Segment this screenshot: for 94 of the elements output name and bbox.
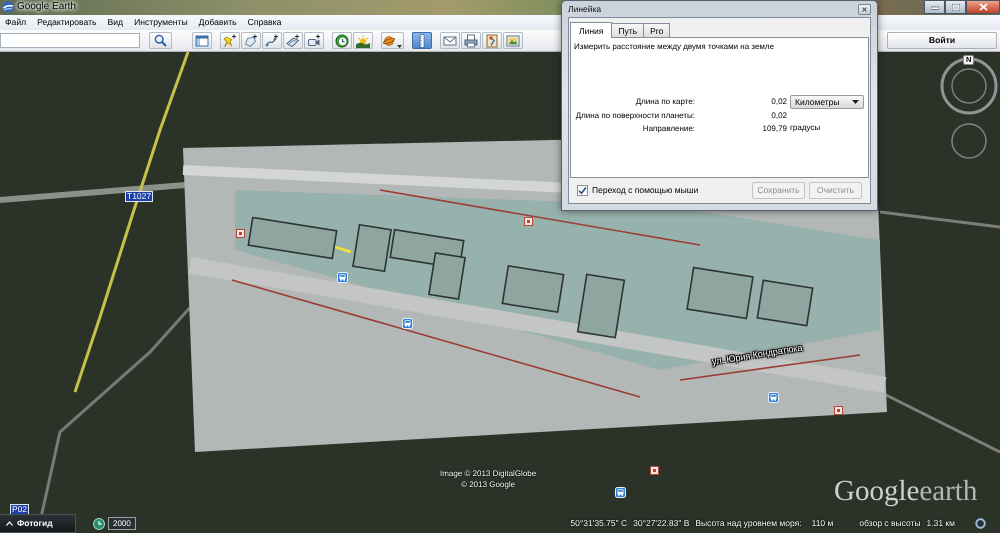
photo-guide-button[interactable]: Фотогид — [0, 514, 76, 533]
menu-item[interactable]: Редактировать — [32, 17, 102, 28]
measure-value: 0,02 — [770, 96, 787, 106]
caret-up-icon — [6, 521, 13, 526]
latitude-text: 50°31'35.75" С — [570, 518, 628, 529]
pushpin-icon — [223, 34, 237, 48]
globe-icon — [2, 1, 14, 13]
compass-control[interactable] — [939, 56, 999, 116]
eye-altitude-value: 1.31 км — [926, 518, 955, 529]
search-button[interactable] — [149, 32, 172, 49]
elevation-value: 110 м — [812, 518, 834, 529]
eye-altitude-label: обзор с высоты — [859, 518, 921, 529]
checkmark-icon — [578, 186, 587, 195]
bus-stop-icon — [402, 318, 413, 329]
measure-value: 109,79 — [762, 124, 787, 134]
dialog-close-button[interactable] — [858, 4, 871, 14]
maximize-icon — [952, 4, 960, 10]
clock-icon — [335, 34, 349, 48]
place-marker-icon — [524, 217, 533, 226]
dialog-title: Линейка — [568, 4, 602, 14]
close-icon — [978, 3, 988, 11]
measure-label: Направление: — [642, 124, 695, 134]
attribution-text: Image © 2013 DigitalGlobe — [440, 468, 536, 479]
minimize-button[interactable] — [924, 0, 945, 14]
elevation-label: Высота над уровнем моря: — [695, 518, 802, 529]
logo-text: earth — [919, 477, 978, 506]
street-name-label: ул. Юрия Кондратюка — [710, 342, 804, 368]
bus-stop-icon — [768, 392, 779, 403]
printer-icon — [464, 34, 478, 48]
clock-icon — [93, 518, 105, 530]
route-number-label: Т1027 — [125, 191, 154, 202]
sun-landscape-icon — [356, 34, 370, 48]
polygon-button[interactable] — [241, 32, 261, 49]
imagery-date-label: 2000 — [108, 517, 136, 530]
map-icon — [485, 34, 499, 48]
path-icon — [265, 34, 279, 48]
maximize-button[interactable] — [945, 0, 966, 14]
clock-button[interactable] — [332, 32, 352, 49]
path-button[interactable] — [262, 32, 282, 49]
camera-button[interactable] — [304, 32, 324, 49]
sun-button[interactable] — [353, 32, 373, 49]
place-marker-icon — [236, 229, 245, 238]
menu-item[interactable]: Инструменты — [128, 17, 194, 28]
place-marker-icon — [650, 466, 659, 475]
camera-icon — [307, 34, 321, 48]
map-button[interactable] — [482, 32, 502, 49]
tab[interactable]: Линия — [570, 22, 612, 38]
menu-item[interactable]: Файл — [0, 17, 32, 28]
tab[interactable]: Pro — [643, 23, 670, 37]
ruler-button[interactable] — [412, 32, 432, 49]
envelope-icon — [443, 34, 457, 48]
ruler-measure-line — [334, 246, 352, 254]
email-button[interactable] — [440, 32, 460, 49]
planet-button[interactable] — [381, 32, 404, 49]
logo-text: Google — [834, 477, 920, 506]
close-icon — [862, 6, 867, 12]
planet-icon — [383, 34, 397, 48]
polygon-icon — [244, 34, 258, 48]
overlay-button[interactable] — [283, 32, 303, 49]
checkbox-label[interactable]: Переход с помощью мыши — [592, 185, 698, 196]
sidebar-toggle-button[interactable] — [192, 32, 212, 49]
menu-item[interactable]: Справка — [242, 17, 287, 28]
tab[interactable]: Путь — [611, 23, 644, 37]
minimize-icon — [930, 4, 938, 10]
picture-icon — [506, 34, 520, 48]
measure-value: 0,02 — [770, 110, 787, 120]
unit-text: градусы — [789, 122, 820, 132]
menu-item[interactable]: Добавить — [193, 17, 242, 28]
search-field[interactable] — [0, 33, 140, 48]
attribution-text: © 2013 Google — [461, 479, 516, 490]
search-icon — [154, 34, 167, 47]
print-button[interactable] — [461, 32, 481, 49]
checkbox[interactable] — [577, 185, 588, 196]
caret-down-icon — [852, 100, 859, 104]
place-marker-icon — [834, 406, 843, 415]
menu-item[interactable]: Вид — [102, 17, 129, 28]
window-title: Google Earth — [17, 1, 76, 13]
bus-stop-icon — [337, 272, 348, 283]
look-control[interactable] — [950, 122, 988, 160]
sign-in-button[interactable]: Войти — [887, 32, 997, 49]
caret-down-icon — [397, 45, 402, 48]
picture-button[interactable] — [503, 32, 523, 49]
measure-label: Длина по карте: — [634, 96, 695, 106]
measure-label: Длина по поверхности планеты: — [574, 110, 695, 120]
tilted-sheet-icon — [286, 34, 300, 48]
longitude-text: 30°27'22.83" В — [633, 518, 690, 529]
unit-select[interactable]: Километры — [790, 94, 864, 109]
description-text: Измерить расстояние между двумя точками на земле — [574, 42, 776, 52]
sidebar-panel-icon — [195, 34, 209, 48]
ring-icon — [975, 518, 986, 529]
bus-stop-icon — [615, 487, 626, 498]
close-button[interactable] — [966, 0, 1000, 14]
route-number-label: Р02 — [10, 504, 30, 515]
pushpin-button[interactable] — [220, 32, 240, 49]
